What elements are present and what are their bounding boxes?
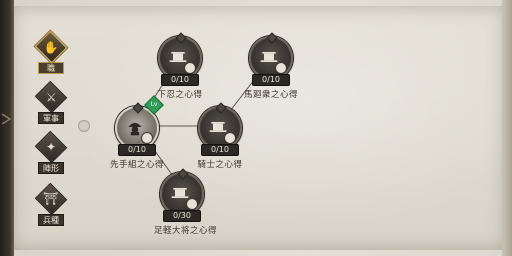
skill-progress: 0/30 <box>163 210 201 222</box>
skill-node-sakite[interactable]: 0/10 先手組之心得 <box>109 106 165 170</box>
skill-label: 馬廻衆之心得 <box>243 90 298 100</box>
skill-progress: 0/10 <box>161 74 199 86</box>
skill-node-bahou[interactable]: 0/10 馬廻衆之心得 <box>243 36 299 100</box>
skill-node-ashigaru[interactable]: 0/30 足軽大将之心得 <box>154 172 218 236</box>
coin-icon <box>141 132 153 144</box>
coin-icon <box>186 198 198 210</box>
skill-label: 足軽大将之心得 <box>154 226 218 236</box>
coin-icon <box>184 62 196 74</box>
skill-node-kanin[interactable]: 0/10 下忍之心得 <box>152 36 208 100</box>
skill-progress: 0/10 <box>252 74 290 86</box>
level-up-label: Lv <box>150 101 158 108</box>
skill-progress: 0/10 <box>118 144 156 156</box>
coin-icon <box>224 132 236 144</box>
skill-label: 先手組之心得 <box>109 160 164 170</box>
skill-node-kishi[interactable]: 0/10 騎士之心得 <box>192 106 248 170</box>
skill-label: 騎士之心得 <box>197 160 243 170</box>
coin-icon <box>275 62 287 74</box>
skill-label: 下忍之心得 <box>157 90 203 100</box>
skill-progress: 0/10 <box>201 144 239 156</box>
